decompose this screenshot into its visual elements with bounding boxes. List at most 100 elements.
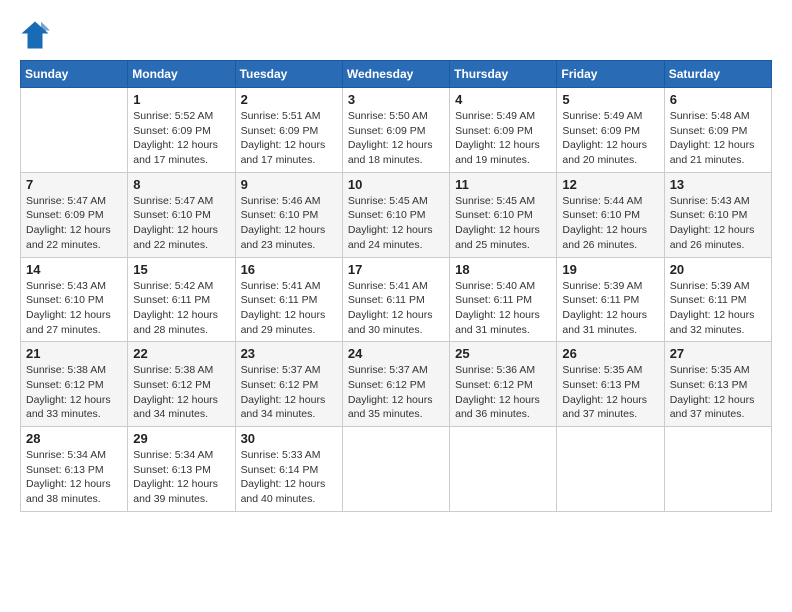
calendar-cell: 11 Sunrise: 5:45 AMSunset: 6:10 PMDayligh… (450, 172, 557, 257)
day-number: 26 (562, 346, 658, 361)
day-info: Sunrise: 5:38 AMSunset: 6:12 PMDaylight:… (133, 363, 229, 422)
calendar-cell: 18 Sunrise: 5:40 AMSunset: 6:11 PMDayligh… (450, 257, 557, 342)
week-row-4: 28 Sunrise: 5:34 AMSunset: 6:13 PMDayligh… (21, 427, 772, 512)
logo-icon (20, 20, 50, 50)
calendar-cell: 21 Sunrise: 5:38 AMSunset: 6:12 PMDayligh… (21, 342, 128, 427)
calendar-cell: 26 Sunrise: 5:35 AMSunset: 6:13 PMDayligh… (557, 342, 664, 427)
day-info: Sunrise: 5:38 AMSunset: 6:12 PMDaylight:… (26, 363, 122, 422)
day-info: Sunrise: 5:43 AMSunset: 6:10 PMDaylight:… (26, 279, 122, 338)
calendar-cell: 2 Sunrise: 5:51 AMSunset: 6:09 PMDaylight… (235, 88, 342, 173)
day-number: 17 (348, 262, 444, 277)
week-row-1: 7Sunrise: 5:47 AMSunset: 6:09 PMDaylight… (21, 172, 772, 257)
day-number: 3 (348, 92, 444, 107)
calendar-cell: 5 Sunrise: 5:49 AMSunset: 6:09 PMDaylight… (557, 88, 664, 173)
weekday-header-monday: Monday (128, 61, 235, 88)
day-info: Sunrise: 5:35 AMSunset: 6:13 PMDaylight:… (562, 363, 658, 422)
day-number: 10 (348, 177, 444, 192)
day-number: 25 (455, 346, 551, 361)
day-info: Sunrise: 5:34 AMSunset: 6:13 PMDaylight:… (133, 448, 229, 507)
day-number: 8 (133, 177, 229, 192)
weekday-header-sunday: Sunday (21, 61, 128, 88)
calendar-cell: 29 Sunrise: 5:34 AMSunset: 6:13 PMDayligh… (128, 427, 235, 512)
day-number: 12 (562, 177, 658, 192)
day-number: 21 (26, 346, 122, 361)
week-row-3: 21 Sunrise: 5:38 AMSunset: 6:12 PMDayligh… (21, 342, 772, 427)
day-number: 5 (562, 92, 658, 107)
day-info: Sunrise: 5:49 AMSunset: 6:09 PMDaylight:… (455, 109, 551, 168)
day-info: Sunrise: 5:44 AMSunset: 6:10 PMDaylight:… (562, 194, 658, 253)
calendar-cell (450, 427, 557, 512)
day-number: 1 (133, 92, 229, 107)
calendar-cell (342, 427, 449, 512)
day-info: Sunrise: 5:39 AMSunset: 6:11 PMDaylight:… (670, 279, 766, 338)
calendar-cell (664, 427, 771, 512)
day-number: 30 (241, 431, 337, 446)
weekday-header-wednesday: Wednesday (342, 61, 449, 88)
weekday-header-row: SundayMondayTuesdayWednesdayThursdayFrid… (21, 61, 772, 88)
calendar-cell: 30 Sunrise: 5:33 AMSunset: 6:14 PMDayligh… (235, 427, 342, 512)
calendar-cell: 19Sunrise: 5:39 AMSunset: 6:11 PMDayligh… (557, 257, 664, 342)
day-number: 16 (241, 262, 337, 277)
calendar-cell: 13Sunrise: 5:43 AMSunset: 6:10 PMDayligh… (664, 172, 771, 257)
day-info: Sunrise: 5:47 AMSunset: 6:09 PMDaylight:… (26, 194, 122, 253)
day-info: Sunrise: 5:49 AMSunset: 6:09 PMDaylight:… (562, 109, 658, 168)
day-number: 15 (133, 262, 229, 277)
calendar-cell: 28Sunrise: 5:34 AMSunset: 6:13 PMDayligh… (21, 427, 128, 512)
calendar-cell: 22 Sunrise: 5:38 AMSunset: 6:12 PMDayligh… (128, 342, 235, 427)
calendar-cell: 7Sunrise: 5:47 AMSunset: 6:09 PMDaylight… (21, 172, 128, 257)
day-number: 9 (241, 177, 337, 192)
calendar-cell: 8 Sunrise: 5:47 AMSunset: 6:10 PMDaylight… (128, 172, 235, 257)
day-info: Sunrise: 5:45 AMSunset: 6:10 PMDaylight:… (455, 194, 551, 253)
day-number: 6 (670, 92, 766, 107)
day-info: Sunrise: 5:35 AMSunset: 6:13 PMDaylight:… (670, 363, 766, 422)
calendar-cell: 12 Sunrise: 5:44 AMSunset: 6:10 PMDayligh… (557, 172, 664, 257)
day-info: Sunrise: 5:50 AMSunset: 6:09 PMDaylight:… (348, 109, 444, 168)
weekday-header-saturday: Saturday (664, 61, 771, 88)
weekday-header-tuesday: Tuesday (235, 61, 342, 88)
day-info: Sunrise: 5:43 AMSunset: 6:10 PMDaylight:… (670, 194, 766, 253)
day-info: Sunrise: 5:33 AMSunset: 6:14 PMDaylight:… (241, 448, 337, 507)
calendar-table: SundayMondayTuesdayWednesdayThursdayFrid… (20, 60, 772, 512)
calendar-cell: 9 Sunrise: 5:46 AMSunset: 6:10 PMDaylight… (235, 172, 342, 257)
calendar-cell: 17 Sunrise: 5:41 AMSunset: 6:11 PMDayligh… (342, 257, 449, 342)
day-info: Sunrise: 5:47 AMSunset: 6:10 PMDaylight:… (133, 194, 229, 253)
week-row-2: 14 Sunrise: 5:43 AMSunset: 6:10 PMDayligh… (21, 257, 772, 342)
day-number: 29 (133, 431, 229, 446)
day-info: Sunrise: 5:46 AMSunset: 6:10 PMDaylight:… (241, 194, 337, 253)
calendar-cell: 4Sunrise: 5:49 AMSunset: 6:09 PMDaylight… (450, 88, 557, 173)
day-info: Sunrise: 5:48 AMSunset: 6:09 PMDaylight:… (670, 109, 766, 168)
day-info: Sunrise: 5:37 AMSunset: 6:12 PMDaylight:… (241, 363, 337, 422)
day-number: 20 (670, 262, 766, 277)
logo (20, 20, 54, 50)
day-info: Sunrise: 5:37 AMSunset: 6:12 PMDaylight:… (348, 363, 444, 422)
day-number: 2 (241, 92, 337, 107)
day-info: Sunrise: 5:45 AMSunset: 6:10 PMDaylight:… (348, 194, 444, 253)
day-info: Sunrise: 5:52 AMSunset: 6:09 PMDaylight:… (133, 109, 229, 168)
calendar-cell: 10 Sunrise: 5:45 AMSunset: 6:10 PMDayligh… (342, 172, 449, 257)
calendar-cell: 23Sunrise: 5:37 AMSunset: 6:12 PMDayligh… (235, 342, 342, 427)
day-info: Sunrise: 5:40 AMSunset: 6:11 PMDaylight:… (455, 279, 551, 338)
calendar-cell: 16Sunrise: 5:41 AMSunset: 6:11 PMDayligh… (235, 257, 342, 342)
calendar-cell: 3 Sunrise: 5:50 AMSunset: 6:09 PMDaylight… (342, 88, 449, 173)
calendar-cell: 1 Sunrise: 5:52 AMSunset: 6:09 PMDaylight… (128, 88, 235, 173)
day-number: 14 (26, 262, 122, 277)
calendar-cell (557, 427, 664, 512)
day-number: 28 (26, 431, 122, 446)
day-number: 19 (562, 262, 658, 277)
calendar-cell: 20 Sunrise: 5:39 AMSunset: 6:11 PMDayligh… (664, 257, 771, 342)
calendar-cell: 15 Sunrise: 5:42 AMSunset: 6:11 PMDayligh… (128, 257, 235, 342)
calendar-cell: 24 Sunrise: 5:37 AMSunset: 6:12 PMDayligh… (342, 342, 449, 427)
day-number: 18 (455, 262, 551, 277)
day-number: 24 (348, 346, 444, 361)
calendar-cell: 6 Sunrise: 5:48 AMSunset: 6:09 PMDaylight… (664, 88, 771, 173)
week-row-0: 1 Sunrise: 5:52 AMSunset: 6:09 PMDaylight… (21, 88, 772, 173)
day-info: Sunrise: 5:41 AMSunset: 6:11 PMDaylight:… (348, 279, 444, 338)
day-number: 11 (455, 177, 551, 192)
day-info: Sunrise: 5:36 AMSunset: 6:12 PMDaylight:… (455, 363, 551, 422)
calendar-cell: 25 Sunrise: 5:36 AMSunset: 6:12 PMDayligh… (450, 342, 557, 427)
day-number: 22 (133, 346, 229, 361)
day-info: Sunrise: 5:51 AMSunset: 6:09 PMDaylight:… (241, 109, 337, 168)
day-info: Sunrise: 5:42 AMSunset: 6:11 PMDaylight:… (133, 279, 229, 338)
header (20, 20, 772, 50)
day-number: 27 (670, 346, 766, 361)
